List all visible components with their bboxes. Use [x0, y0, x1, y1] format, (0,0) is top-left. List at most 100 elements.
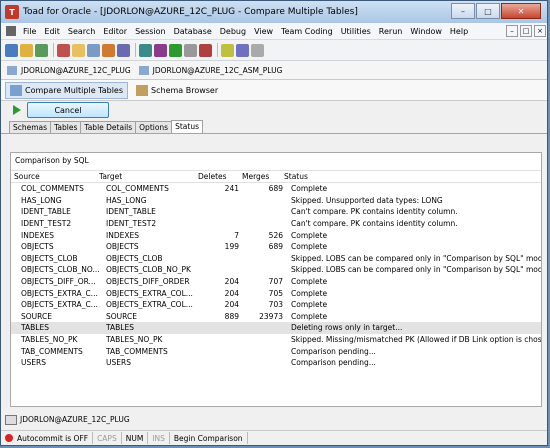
- connection-bar: JDORLON@AZURE_12C_PLUG JDORLON@AZURE_12C…: [1, 61, 547, 80]
- close-button[interactable]: ✕: [501, 3, 541, 19]
- mdi-close-button[interactable]: ×: [534, 25, 546, 37]
- status-cell: Complete: [291, 288, 328, 298]
- mdi-minimize-button[interactable]: –: [506, 25, 518, 37]
- source-cell: TAB_COMMENTS: [21, 346, 83, 356]
- status-cell: Comparison pending...: [291, 358, 376, 368]
- table-row[interactable]: COL_COMMENTS COL_COMMENTS 241 689 Complete: [11, 183, 541, 195]
- menu-debug[interactable]: Debug: [216, 27, 250, 36]
- rollback-icon[interactable]: [154, 43, 167, 57]
- run-icon[interactable]: [169, 43, 182, 57]
- source-cell: HAS_LONG: [21, 195, 62, 205]
- cancel-button[interactable]: Cancel: [27, 102, 109, 118]
- status-cell: Complete: [291, 230, 328, 240]
- plugin-icon[interactable]: [184, 43, 197, 57]
- menu-search[interactable]: Search: [64, 27, 99, 36]
- column-header-source[interactable]: Source: [11, 172, 99, 181]
- menu-editor[interactable]: Editor: [99, 27, 131, 36]
- grid-header: Source Target Deletes Merges Status: [11, 170, 541, 183]
- table-row[interactable]: INDEXES INDEXES 7 526 Complete: [11, 229, 541, 241]
- minimize-button[interactable]: –: [451, 3, 475, 19]
- group-label: Comparison by SQL: [15, 156, 89, 165]
- autocommit-status[interactable]: Autocommit is OFF: [1, 432, 94, 444]
- run-compare-icon[interactable]: [13, 105, 21, 115]
- menu-edit[interactable]: Edit: [40, 27, 64, 36]
- doc-tab-compare-multiple-tables[interactable]: Compare Multiple Tables: [5, 81, 129, 99]
- tools-icon[interactable]: [221, 43, 234, 57]
- column-header-deletes[interactable]: Deletes: [194, 172, 236, 181]
- menu-view[interactable]: View: [250, 27, 277, 36]
- doc-tab-schema-browser[interactable]: Schema Browser: [132, 83, 222, 98]
- table-row[interactable]: TABLES_NO_PK TABLES_NO_PK Skipped. Missing…: [11, 334, 541, 346]
- merges-cell: 23973: [259, 311, 283, 321]
- table-row[interactable]: OBJECTS_CLOB_NO... OBJECTS_CLOB_NO_PK Skip…: [11, 264, 541, 276]
- tab-tables[interactable]: Tables: [50, 121, 82, 133]
- menu-window[interactable]: Window: [406, 27, 446, 36]
- menu-bar: File Edit Search Editor Session Database…: [1, 23, 547, 40]
- toad-logo-icon: T: [5, 5, 19, 19]
- source-cell: INDEXES: [21, 230, 54, 240]
- table-row[interactable]: USERS USERS Comparison pending...: [11, 357, 541, 369]
- title-bar[interactable]: T Toad for Oracle - [JDORLON@AZURE_12C_P…: [1, 1, 547, 23]
- new-connection-icon[interactable]: [5, 43, 18, 57]
- save-icon[interactable]: [35, 43, 48, 57]
- menu-utilities[interactable]: Utilities: [337, 27, 375, 36]
- commit-icon[interactable]: [139, 43, 152, 57]
- source-cell: OBJECTS_CLOB_NO...: [21, 265, 100, 275]
- table-row[interactable]: OBJECTS_DIFF_OR... OBJECTS_DIFF_ORDER 204 7…: [11, 276, 541, 288]
- maximize-button[interactable]: □: [476, 3, 500, 19]
- merges-cell: 689: [268, 242, 283, 252]
- source-cell: TABLES_NO_PK: [21, 335, 78, 345]
- mdi-restore-button[interactable]: □: [520, 25, 532, 37]
- menu-database[interactable]: Database: [170, 27, 216, 36]
- table-row[interactable]: TABLES TABLES Deleting rows only in target…: [11, 322, 541, 334]
- merges-cell: 707: [268, 277, 283, 287]
- tab-status[interactable]: Status: [171, 120, 204, 133]
- tab-options[interactable]: Options: [135, 121, 173, 133]
- open-file-icon[interactable]: [20, 43, 33, 57]
- sql-icon[interactable]: [117, 43, 130, 57]
- table-row[interactable]: HAS_LONG HAS_LONG Skipped. Unsupported dat…: [11, 195, 541, 207]
- app-menu-icon[interactable]: [6, 26, 16, 36]
- deletes-cell: 204: [224, 300, 239, 310]
- source-cell: OBJECTS_EXTRA_C...: [21, 300, 98, 310]
- stop-icon[interactable]: [199, 43, 212, 57]
- column-header-merges[interactable]: Merges: [236, 172, 284, 181]
- source-cell: IDENT_TEST2: [21, 219, 72, 229]
- status-cell: Deleting rows only in target...: [291, 323, 403, 333]
- menu-rerun[interactable]: Rerun: [375, 27, 407, 36]
- editor-icon[interactable]: [57, 43, 70, 57]
- target-cell: OBJECTS_EXTRA_COL...: [106, 300, 193, 310]
- tab-table-details[interactable]: Table Details: [80, 121, 137, 133]
- menu-session[interactable]: Session: [131, 27, 170, 36]
- schema-browser-icon[interactable]: [87, 43, 100, 57]
- table-row[interactable]: TAB_COMMENTS TAB_COMMENTS Comparison pendi…: [11, 345, 541, 357]
- source-cell: OBJECTS: [21, 242, 54, 252]
- source-cell: SOURCE: [21, 311, 52, 321]
- deletes-cell: 241: [224, 184, 239, 194]
- connection-tab[interactable]: JDORLON@AZURE_12C_ASM_PLUG: [138, 65, 282, 75]
- target-cell: OBJECTS_CLOB_NO_PK: [106, 265, 191, 275]
- source-cell: USERS: [21, 358, 46, 368]
- menu-file[interactable]: File: [19, 27, 40, 36]
- disconnect-icon[interactable]: [251, 43, 264, 57]
- menu-help[interactable]: Help: [446, 27, 472, 36]
- table-row[interactable]: IDENT_TEST2 IDENT_TEST2 Can't compare. PK …: [11, 218, 541, 230]
- table-row[interactable]: OBJECTS_CLOB OBJECTS_CLOB Skipped. LOBS ca…: [11, 253, 541, 265]
- table-row[interactable]: OBJECTS OBJECTS 199 689 Complete: [11, 241, 541, 253]
- table-row[interactable]: OBJECTS_EXTRA_C... OBJECTS_EXTRA_COL... 20…: [11, 287, 541, 299]
- menu-team-coding[interactable]: Team Coding: [277, 27, 337, 36]
- column-header-target[interactable]: Target: [99, 172, 194, 181]
- app-window: T Toad for Oracle - [JDORLON@AZURE_12C_P…: [0, 0, 548, 446]
- table-row[interactable]: IDENT_TABLE IDENT_TABLE Can't compare. PK …: [11, 206, 541, 218]
- target-cell: HAS_LONG: [106, 195, 147, 205]
- table-row[interactable]: OBJECTS_EXTRA_C... OBJECTS_EXTRA_COL... 20…: [11, 299, 541, 311]
- session-browser-icon[interactable]: [102, 43, 115, 57]
- table-row[interactable]: SOURCE SOURCE 889 23973 Complete: [11, 311, 541, 323]
- folder-icon[interactable]: [72, 43, 85, 57]
- connect-icon[interactable]: [236, 43, 249, 57]
- merges-cell: 526: [268, 230, 283, 240]
- ins-indicator: INS: [148, 432, 170, 444]
- connection-tab[interactable]: JDORLON@AZURE_12C_PLUG: [7, 65, 131, 75]
- tab-schemas[interactable]: Schemas: [9, 121, 52, 133]
- column-header-status[interactable]: Status: [284, 172, 541, 181]
